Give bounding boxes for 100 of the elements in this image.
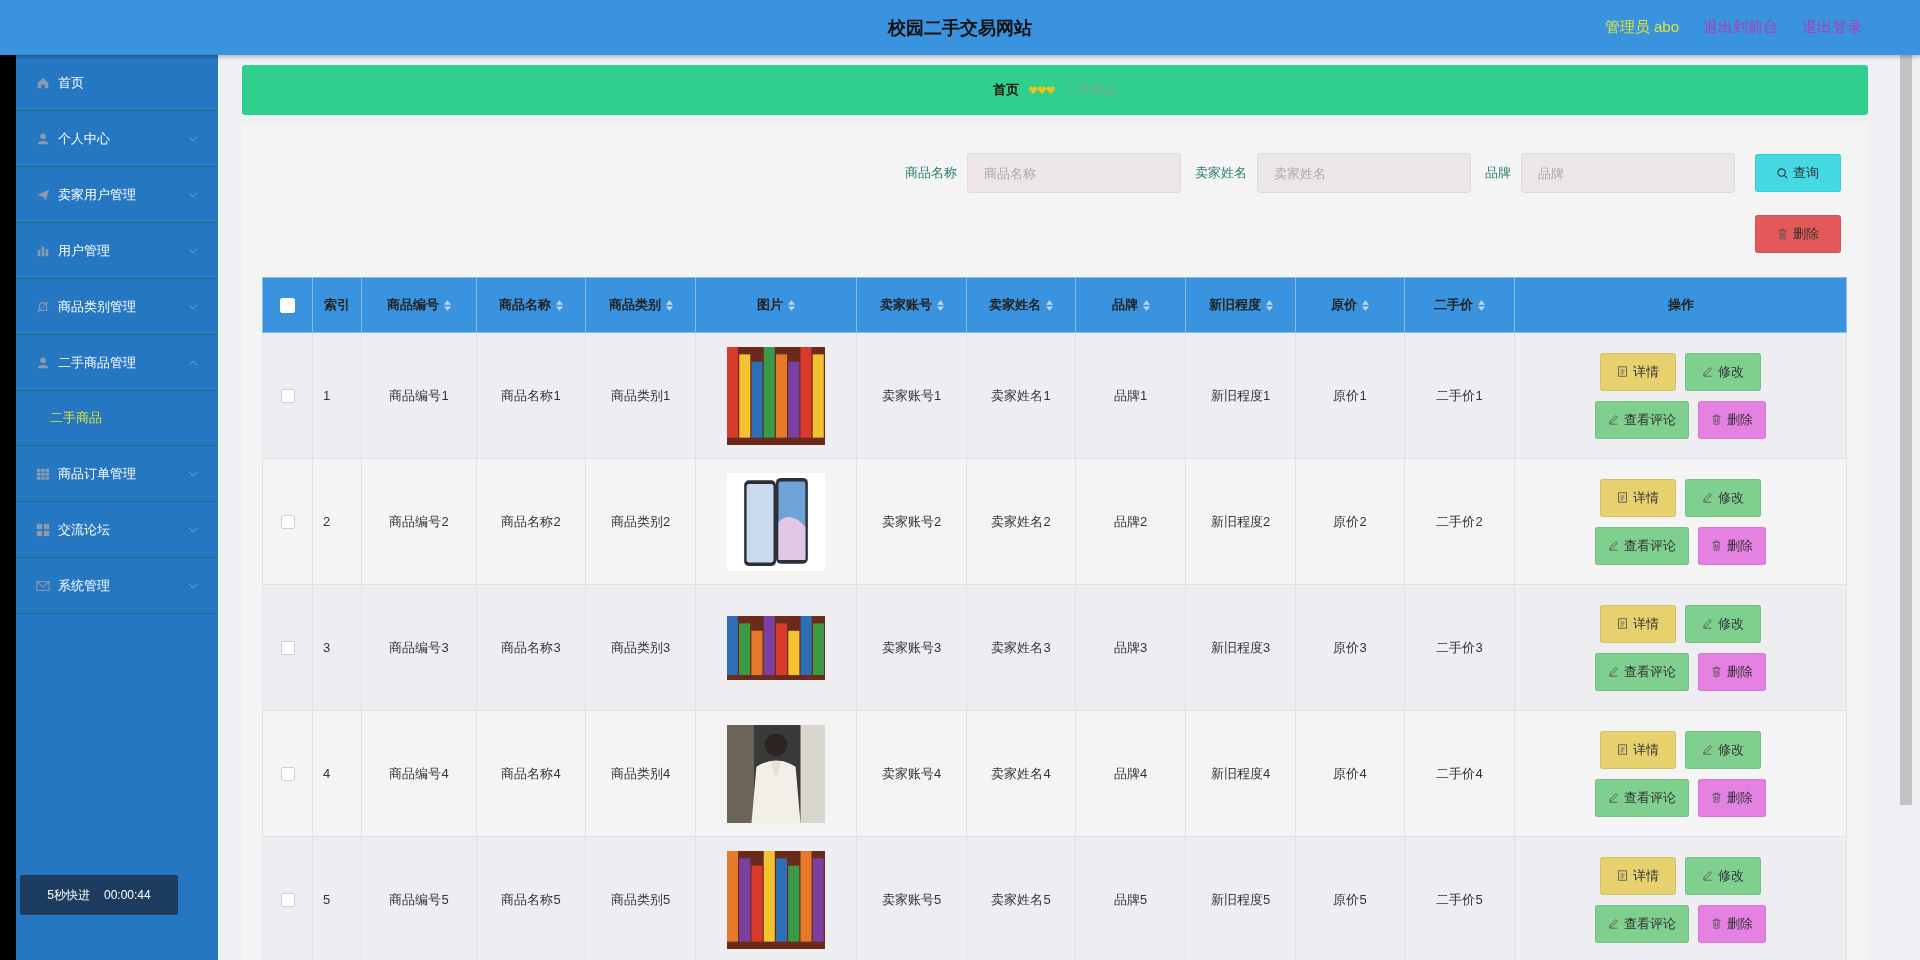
delete-button[interactable]: 删除 xyxy=(1698,778,1766,817)
fast-forward-label[interactable]: 5秒快进 xyxy=(47,886,90,904)
field-label: 商品名称 xyxy=(905,164,957,182)
sort-icon[interactable] xyxy=(788,299,795,311)
pencil-icon xyxy=(1702,744,1713,755)
table-cell: 3 xyxy=(312,584,362,711)
trash-icon xyxy=(1711,792,1722,803)
trash-icon xyxy=(1711,414,1722,425)
detail-button[interactable]: 详情 xyxy=(1600,352,1676,391)
bell-off-icon xyxy=(36,299,50,314)
column-header[interactable]: 商品类别 xyxy=(585,277,696,333)
sort-icon[interactable] xyxy=(1478,299,1485,311)
sort-icon[interactable] xyxy=(556,299,563,311)
table-cell: 商品名称5 xyxy=(476,836,586,960)
search-field[interactable]: 品牌 xyxy=(1521,153,1735,193)
edit-button[interactable]: 修改 xyxy=(1685,604,1761,643)
edit-button[interactable]: 修改 xyxy=(1685,730,1761,769)
document-icon xyxy=(1617,870,1628,881)
document-icon xyxy=(1617,492,1628,503)
detail-button[interactable]: 详情 xyxy=(1600,478,1676,517)
document-icon xyxy=(1617,618,1628,629)
table-cell: 商品类别3 xyxy=(585,584,696,711)
table-cell: 新旧程度3 xyxy=(1185,584,1296,711)
breadcrumb-item[interactable]: 首页 xyxy=(993,81,1019,99)
chevron-down-icon xyxy=(188,135,198,142)
detail-button[interactable]: 详情 xyxy=(1600,604,1676,643)
column-header[interactable]: 卖家账号 xyxy=(856,277,967,333)
row-checkbox[interactable] xyxy=(280,767,295,782)
sort-icon[interactable] xyxy=(1265,299,1273,311)
row-checkbox[interactable] xyxy=(280,641,295,656)
column-header: 索引 xyxy=(312,277,362,333)
user-icon xyxy=(36,355,50,370)
delete-button[interactable]: 删除 xyxy=(1698,904,1766,943)
paper-plane-icon xyxy=(36,187,50,202)
table-cell: 卖家账号2 xyxy=(856,458,967,585)
sort-icon[interactable] xyxy=(936,299,944,311)
table-cell: 卖家姓名4 xyxy=(966,710,1076,837)
table-cell: 5 xyxy=(312,836,362,960)
table-cell: 新旧程度5 xyxy=(1185,836,1296,960)
column-header[interactable]: 商品名称 xyxy=(476,277,586,333)
sort-icon[interactable] xyxy=(1142,299,1150,311)
search-field[interactable]: 商品名称 xyxy=(967,153,1181,193)
column-header[interactable]: 图片 xyxy=(695,277,857,333)
column-header[interactable]: 原价 xyxy=(1295,277,1405,333)
detail-button[interactable]: 详情 xyxy=(1600,730,1676,769)
comments-button[interactable]: 查看评论 xyxy=(1595,526,1689,565)
chevron-down-icon xyxy=(188,247,198,254)
column-header[interactable]: 卖家姓名 xyxy=(966,277,1076,333)
sidebar-subitem[interactable]: 二手商品 xyxy=(50,409,102,427)
document-icon xyxy=(1617,744,1628,755)
select-all-checkbox[interactable] xyxy=(280,298,295,314)
table-cell: 原价3 xyxy=(1295,584,1405,711)
search-field[interactable]: 卖家姓名 xyxy=(1257,153,1471,193)
comments-button[interactable]: 查看评论 xyxy=(1595,652,1689,691)
delete-button[interactable]: 删除 xyxy=(1698,400,1766,439)
pencil-icon xyxy=(1608,540,1619,551)
chevron-down-icon xyxy=(188,526,198,533)
pencil-icon xyxy=(1702,492,1713,503)
table-cell: 商品编号2 xyxy=(361,458,477,585)
column-header[interactable]: 二手价 xyxy=(1404,277,1515,333)
row-checkbox[interactable] xyxy=(280,389,295,404)
row-checkbox[interactable] xyxy=(280,893,295,908)
table-cell: 商品编号3 xyxy=(361,584,477,711)
detail-button[interactable]: 详情 xyxy=(1600,856,1676,895)
column-header[interactable]: 新旧程度 xyxy=(1185,277,1296,333)
delete-button[interactable]: 删除 xyxy=(1755,215,1841,253)
delete-button[interactable]: 删除 xyxy=(1698,526,1766,565)
comments-button[interactable]: 查看评论 xyxy=(1595,904,1689,943)
pencil-icon xyxy=(1702,366,1713,377)
column-header[interactable]: 品牌 xyxy=(1075,277,1186,333)
pencil-icon xyxy=(1608,918,1619,929)
edit-button[interactable]: 修改 xyxy=(1685,478,1761,517)
comments-button[interactable]: 查看评论 xyxy=(1595,400,1689,439)
table-cell: 2 xyxy=(312,458,362,585)
table-cell: 商品类别1 xyxy=(585,332,696,459)
sort-icon[interactable] xyxy=(444,299,451,311)
sort-icon[interactable] xyxy=(1362,299,1369,311)
search-icon xyxy=(1777,167,1788,179)
table-cell: 品牌5 xyxy=(1075,836,1186,960)
table-cell: 新旧程度2 xyxy=(1185,458,1296,585)
scrollbar-thumb[interactable] xyxy=(1900,55,1912,805)
table-cell: 商品编号4 xyxy=(361,710,477,837)
sort-icon[interactable] xyxy=(665,299,673,311)
sort-icon[interactable] xyxy=(1046,299,1053,311)
table-cell: 卖家姓名3 xyxy=(966,584,1076,711)
row-checkbox[interactable] xyxy=(280,515,295,530)
column-header[interactable]: 商品编号 xyxy=(361,277,477,333)
table-cell: 新旧程度4 xyxy=(1185,710,1296,837)
table-cell: 商品类别5 xyxy=(585,836,696,960)
table-cell: 新旧程度1 xyxy=(1185,332,1296,459)
table-cell: 卖家姓名1 xyxy=(966,332,1076,459)
edit-button[interactable]: 修改 xyxy=(1685,856,1761,895)
trash-icon xyxy=(1777,228,1788,240)
delete-button[interactable]: 删除 xyxy=(1698,652,1766,691)
search-button[interactable]: 查询 xyxy=(1755,154,1841,192)
comments-button[interactable]: 查看评论 xyxy=(1595,778,1689,817)
edit-button[interactable]: 修改 xyxy=(1685,352,1761,391)
table-cell: 商品类别2 xyxy=(585,458,696,585)
pencil-icon xyxy=(1608,414,1619,425)
table-cell: 二手价4 xyxy=(1404,710,1515,837)
